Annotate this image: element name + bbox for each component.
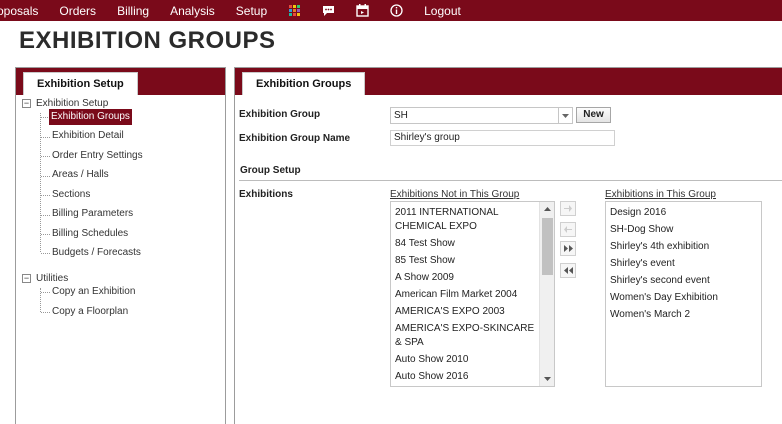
panel-header: Exhibition Groups — [235, 68, 782, 95]
tree-connector — [40, 113, 41, 252]
double-arrow-right-icon — [563, 245, 573, 252]
logout-link[interactable]: Logout — [424, 4, 461, 18]
grid-icon[interactable] — [288, 4, 301, 17]
tree-connector — [41, 234, 50, 235]
tab-exhibition-setup[interactable]: Exhibition Setup — [23, 72, 138, 95]
list-item[interactable]: Shirley's 4th exhibition — [606, 240, 761, 254]
move-all-left-button[interactable] — [560, 263, 576, 278]
nav-setup[interactable]: Setup — [236, 4, 267, 18]
exhibition-group-select[interactable]: SH — [390, 107, 573, 124]
arrow-left-icon — [564, 226, 572, 233]
move-left-button[interactable] — [560, 222, 576, 237]
list-item[interactable]: AMERICA'S EXPO-SKINCARE & SPA — [391, 322, 540, 350]
arrow-right-icon — [564, 205, 572, 212]
tree-item-billing-schedules[interactable]: Billing Schedules — [52, 226, 128, 242]
tree-item-billing-parameters[interactable]: Billing Parameters — [52, 206, 133, 222]
not-in-group-caption: Exhibitions Not in This Group — [390, 189, 520, 200]
group-name-input[interactable]: Shirley's group — [390, 130, 615, 146]
info-icon[interactable] — [390, 4, 403, 17]
tree-connector — [41, 312, 50, 313]
nav-billing[interactable]: Billing — [117, 4, 149, 18]
list-item[interactable]: Design 2016 — [606, 206, 761, 220]
tree-connector — [41, 292, 50, 293]
tree-item-copy-floorplan[interactable]: Copy a Floorplan — [52, 304, 128, 320]
group-name-label: Exhibition Group Name — [239, 133, 351, 144]
calendar-icon[interactable] — [356, 4, 369, 17]
list-item[interactable]: 84 Test Show — [391, 237, 540, 251]
list-item[interactable]: Shirley's event — [606, 257, 761, 271]
tree-item-exhibition-detail[interactable]: Exhibition Detail — [52, 128, 124, 144]
list-item[interactable]: AMERICA'S EXPO 2003 — [391, 305, 540, 319]
collapse-toggle-icon[interactable]: − — [22, 99, 31, 108]
list-item[interactable]: Women's March 2 — [606, 308, 761, 322]
tree-connector — [41, 253, 50, 254]
tree-item-order-entry-settings[interactable]: Order Entry Settings — [52, 148, 143, 164]
nav-analysis[interactable]: Analysis — [170, 4, 215, 18]
scroll-up-icon[interactable] — [540, 202, 554, 216]
nav-orders[interactable]: Orders — [59, 4, 96, 18]
tree-item-sections[interactable]: Sections — [52, 187, 90, 203]
scroll-thumb[interactable] — [542, 218, 553, 275]
tree-item-areas-halls[interactable]: Areas / Halls — [52, 167, 109, 183]
tree-connector — [41, 176, 50, 177]
tree-connector — [41, 156, 50, 157]
list-item[interactable]: 85 Test Show — [391, 254, 540, 268]
group-setup-header: Group Setup — [239, 161, 782, 181]
list-item[interactable]: 2011 INTERNATIONAL CHEMICAL EXPO — [391, 206, 540, 234]
move-all-right-button[interactable] — [560, 241, 576, 256]
double-arrow-left-icon — [563, 267, 573, 274]
list-item[interactable]: Women's Day Exhibition — [606, 291, 761, 305]
setup-nav-panel: Exhibition Setup − Exhibition Setup Exhi… — [15, 67, 226, 424]
chevron-down-icon[interactable] — [558, 108, 572, 123]
collapse-toggle-icon[interactable]: − — [22, 274, 31, 283]
not-in-group-items: 2011 INTERNATIONAL CHEMICAL EXPO 84 Test … — [391, 202, 540, 384]
tree-item-exhibition-groups[interactable]: Exhibition Groups — [49, 109, 132, 125]
list-item[interactable]: Shirley's second event — [606, 274, 761, 288]
in-group-items: Design 2016 SH-Dog Show Shirley's 4th exhi… — [606, 202, 761, 322]
tree-item-copy-exhibition[interactable]: Copy an Exhibition — [52, 284, 135, 300]
panel-header: Exhibition Setup — [16, 68, 225, 95]
list-item[interactable]: American Film Market 2004 — [391, 288, 540, 302]
tab-exhibition-groups[interactable]: Exhibition Groups — [242, 72, 366, 95]
scroll-down-icon[interactable] — [540, 372, 554, 386]
list-item[interactable]: SH-Dog Show — [606, 223, 761, 237]
tree-item-budgets-forecasts[interactable]: Budgets / Forecasts — [52, 245, 141, 261]
exhibition-groups-panel: Exhibition Groups Exhibition Group SH Ne… — [234, 67, 782, 424]
top-nav: oposals Orders Billing Analysis Setup Lo… — [0, 0, 782, 21]
exhibition-group-label: Exhibition Group — [239, 109, 321, 120]
in-group-caption: Exhibitions in This Group — [605, 189, 716, 200]
tree-connector — [41, 137, 50, 138]
not-in-group-list[interactable]: 2011 INTERNATIONAL CHEMICAL EXPO 84 Test … — [390, 201, 555, 387]
list-scrollbar[interactable] — [539, 202, 554, 386]
list-item[interactable]: A Show 2009 — [391, 271, 540, 285]
exhibition-group-value: SH — [394, 110, 408, 121]
move-right-button[interactable] — [560, 201, 576, 216]
tree-connector — [41, 215, 50, 216]
list-item[interactable]: Auto Show 2016 — [391, 370, 540, 384]
in-group-list[interactable]: Design 2016 SH-Dog Show Shirley's 4th exhi… — [605, 201, 762, 387]
exhibitions-label: Exhibitions — [239, 189, 293, 200]
tree-connector — [41, 195, 50, 196]
nav-proposals[interactable]: oposals — [0, 4, 38, 18]
list-item[interactable]: Auto Show 2010 — [391, 353, 540, 367]
page-title: EXHIBITION GROUPS — [19, 27, 276, 54]
chat-icon[interactable] — [322, 4, 335, 17]
new-group-button[interactable]: New — [576, 107, 611, 123]
